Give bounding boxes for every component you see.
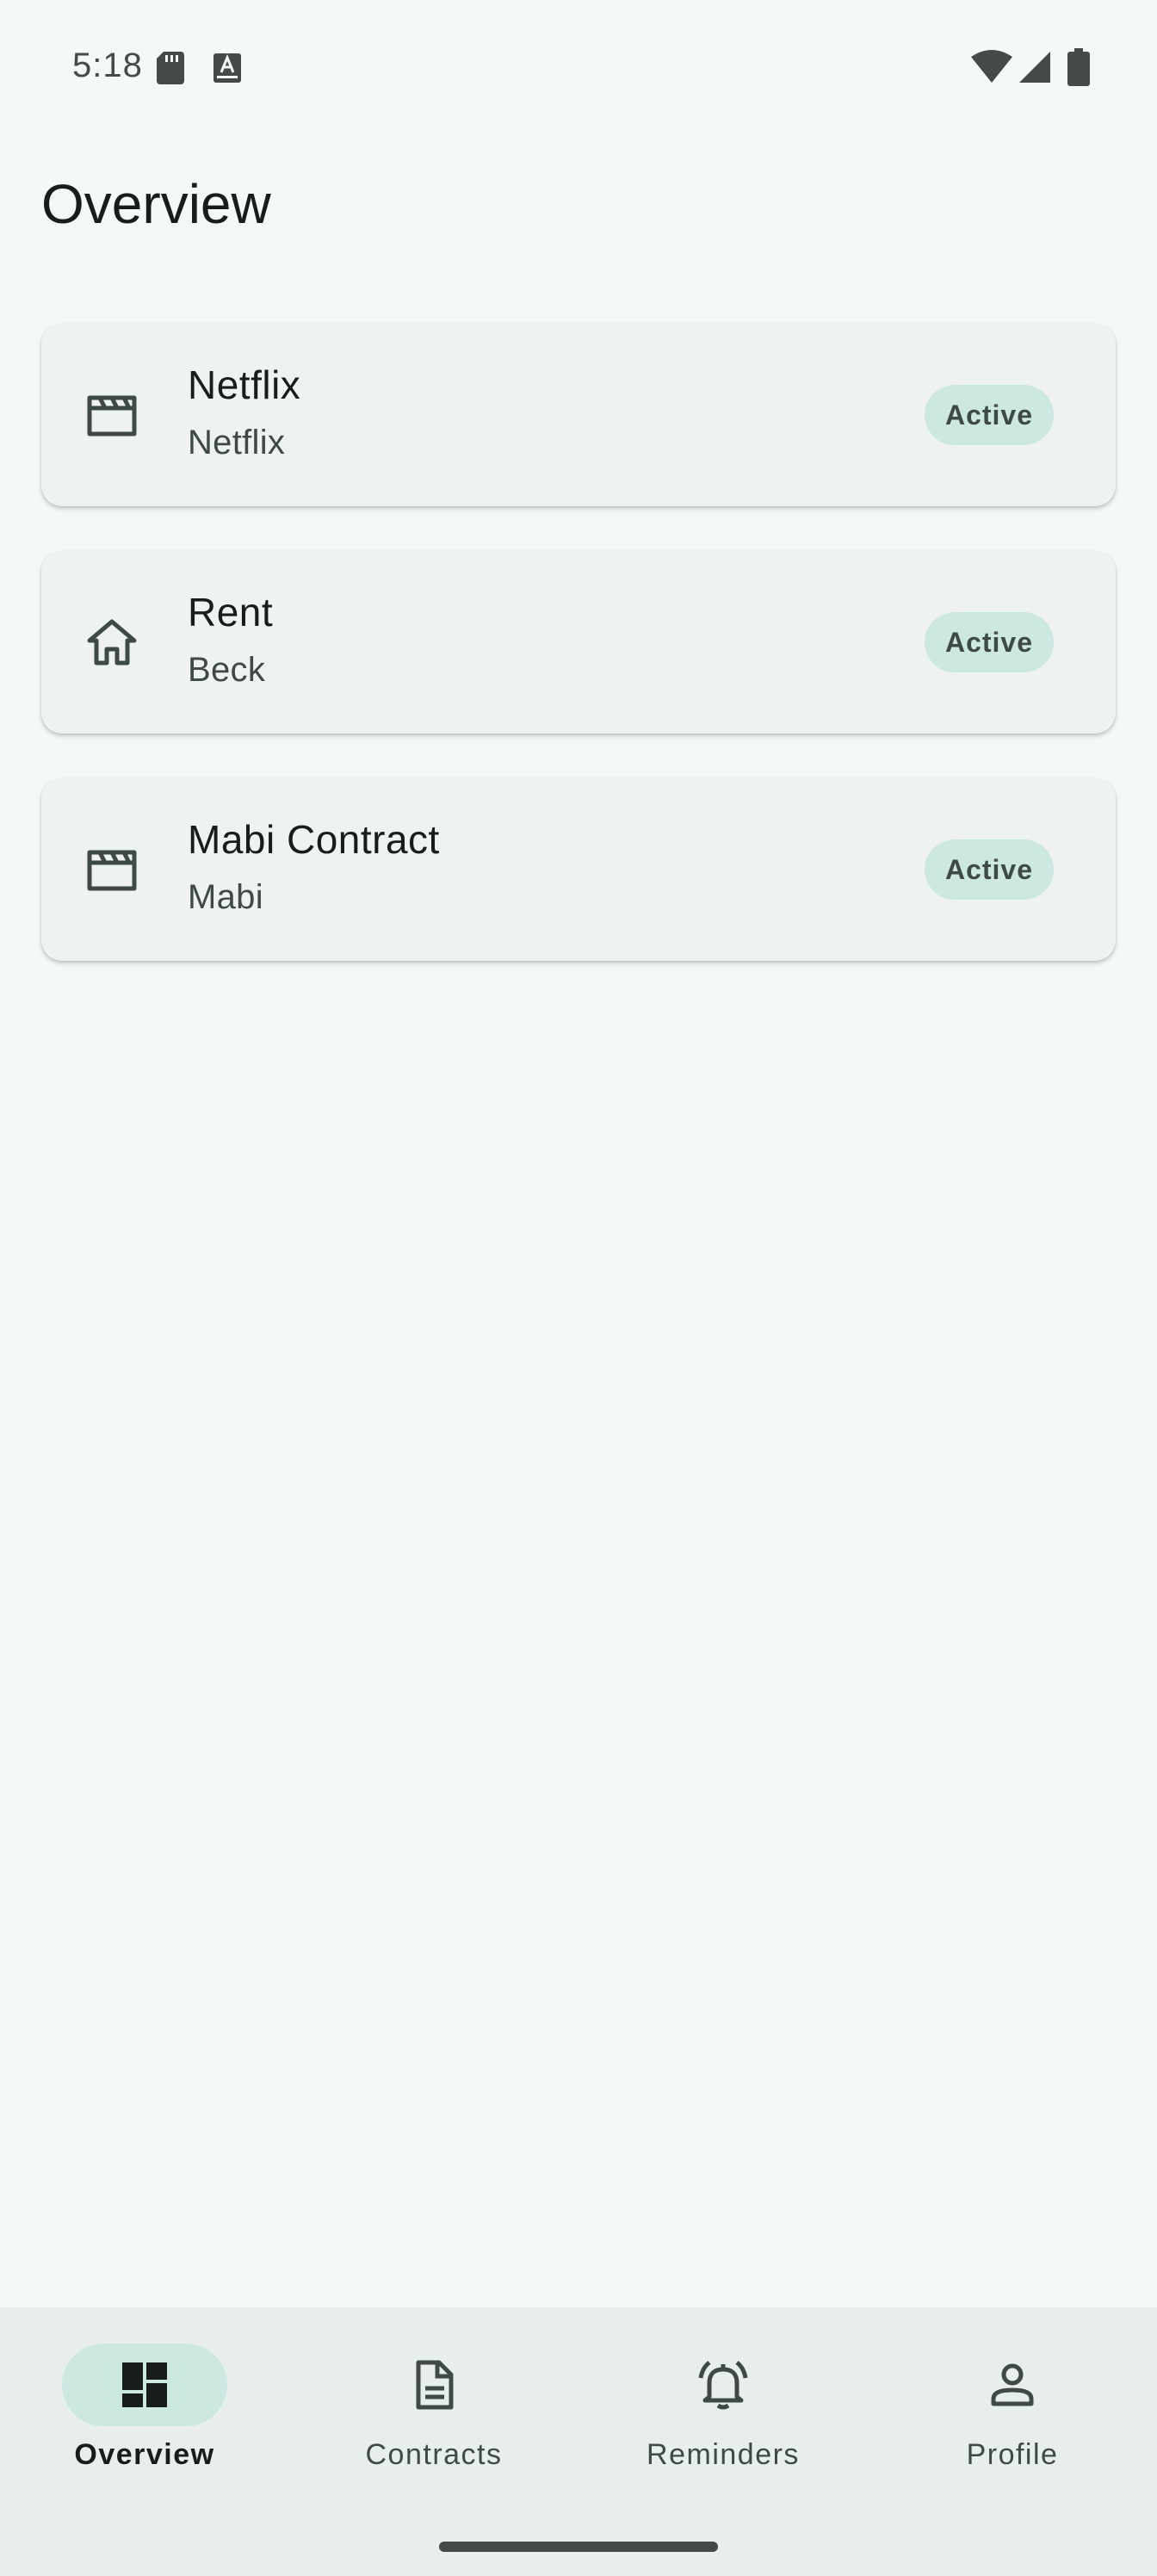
contract-subtitle: Mabi (188, 878, 263, 916)
wifi-icon (971, 50, 1012, 83)
movie-clapper-icon (87, 395, 137, 437)
sd-card-icon (157, 52, 184, 84)
bell-ring-icon (698, 2361, 748, 2410)
contract-subtitle: Netflix (188, 424, 286, 461)
nav-label: Reminders (647, 2438, 800, 2471)
bottom-navigation: Overview Contracts Reminders Profile (0, 2307, 1157, 2576)
page-title: Overview (41, 173, 271, 235)
contract-card[interactable]: Mabi Contract Mabi Active (41, 778, 1116, 961)
signal-icon (1019, 52, 1050, 83)
status-badge: Active (924, 385, 1054, 445)
nav-label: Overview (74, 2438, 215, 2471)
contract-title: Netflix (188, 362, 301, 407)
nav-item-reminders[interactable]: Reminders (578, 2344, 868, 2499)
nav-item-contracts[interactable]: Contracts (289, 2344, 578, 2499)
contract-list: Netflix Netflix Active Rent Beck Active … (41, 324, 1116, 1006)
contract-subtitle: Beck (188, 651, 266, 689)
nav-item-overview[interactable]: Overview (0, 2344, 289, 2499)
status-time: 5:18 (72, 46, 143, 84)
nav-label: Profile (966, 2438, 1059, 2471)
battery-icon (1067, 48, 1090, 86)
contract-card[interactable]: Netflix Netflix Active (41, 324, 1116, 506)
person-icon (991, 2363, 1034, 2406)
document-icon (416, 2360, 454, 2410)
movie-clapper-icon (87, 850, 137, 891)
dashboard-icon (122, 2362, 167, 2407)
home-icon (87, 619, 137, 666)
nav-label: Contracts (365, 2438, 503, 2471)
status-badge: Active (924, 839, 1054, 900)
contract-title: Mabi Contract (188, 817, 440, 862)
contract-title: Rent (188, 590, 274, 635)
status-bar: 5:18 (0, 0, 1157, 138)
nav-active-indicator (62, 2344, 227, 2426)
nav-item-profile[interactable]: Profile (868, 2344, 1157, 2499)
gesture-bar[interactable] (439, 2542, 718, 2552)
contract-card[interactable]: Rent Beck Active (41, 551, 1116, 734)
keyboard-a-icon (213, 53, 241, 83)
status-badge: Active (924, 612, 1054, 672)
status-icons (971, 48, 1090, 86)
